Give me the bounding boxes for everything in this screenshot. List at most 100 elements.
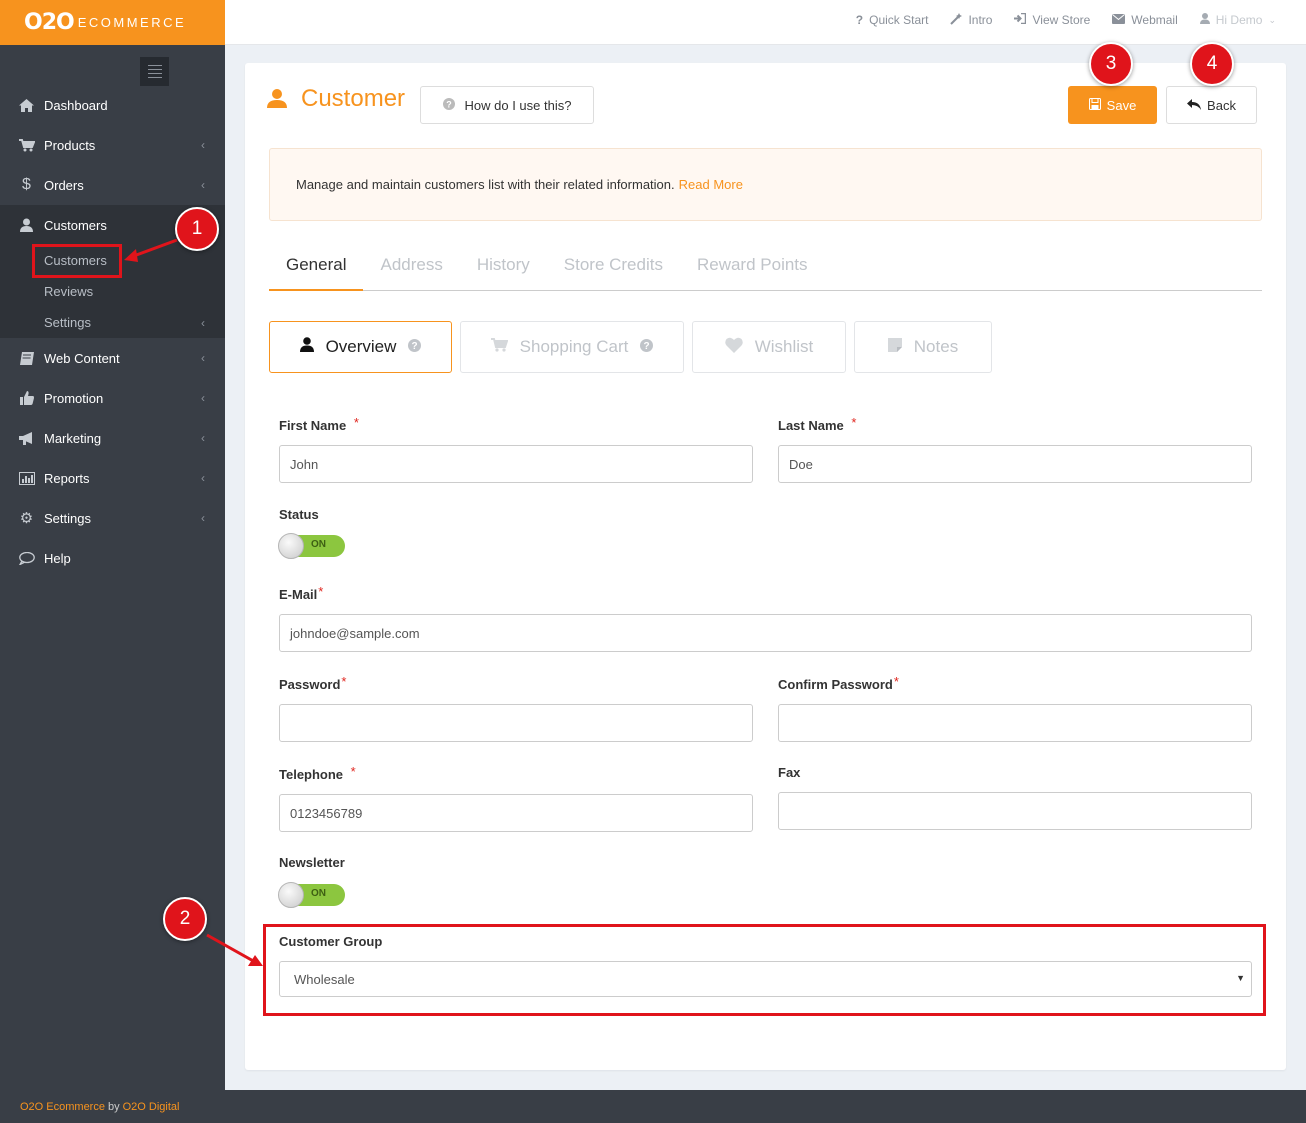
password-field[interactable] (279, 704, 753, 742)
thumbs-up-icon (18, 391, 35, 405)
annotation-badge-1: 1 (175, 207, 219, 251)
main-tabs: General Address History Store Credits Re… (269, 243, 1262, 291)
chevron-left-icon: ‹ (201, 511, 205, 525)
sidebar-item-promotion[interactable]: Promotion ‹ (0, 378, 225, 418)
sidebar-item-settings[interactable]: ⚙ Settings ‹ (0, 498, 225, 538)
topbar: ? Quick Start Intro View Store Webmail H… (225, 0, 1306, 45)
info-text: Manage and maintain customers list with … (296, 177, 675, 192)
home-icon (18, 98, 35, 112)
webmail-link[interactable]: Webmail (1112, 13, 1178, 27)
chevron-left-icon: ‹ (201, 138, 205, 152)
subtab-wishlist[interactable]: Wishlist (692, 321, 846, 373)
annotation-badge-4: 4 (1190, 42, 1234, 86)
tab-history[interactable]: History (460, 243, 547, 291)
sidebar-item-marketing[interactable]: Marketing ‹ (0, 418, 225, 458)
page-header: Customer (267, 85, 405, 113)
info-box: Manage and maintain customers list with … (269, 148, 1262, 221)
switch-state: ON (311, 539, 326, 550)
annotation-highlight-customers (32, 244, 122, 278)
reply-icon (1187, 98, 1202, 113)
last-name-field[interactable]: Doe (778, 445, 1252, 483)
switch-knob (278, 882, 304, 908)
sidebar-item-reports[interactable]: Reports ‹ (0, 458, 225, 498)
logo-main: O2O (24, 10, 75, 35)
sign-in-icon (1014, 12, 1027, 27)
sidebar-item-web-content[interactable]: Web Content ‹ (0, 338, 225, 378)
confirm-password-field[interactable] (778, 704, 1252, 742)
tab-address[interactable]: Address (363, 243, 459, 291)
question-circle-icon: ? (640, 337, 654, 357)
question-circle-icon: ? (408, 337, 422, 357)
fax-label: Fax (778, 765, 801, 780)
subtab-overview[interactable]: Overview ? (269, 321, 452, 373)
sidebar-toggle-button[interactable] (140, 57, 169, 86)
sidebar-item-label: Dashboard (44, 97, 108, 113)
chevron-left-icon: ‹ (201, 471, 205, 485)
svg-text:?: ? (412, 341, 418, 352)
comment-icon (18, 551, 35, 565)
bullhorn-icon (18, 431, 35, 445)
sidebar-subitem-label: Settings (44, 315, 91, 330)
telephone-value: 0123456789 (290, 805, 363, 821)
fax-field[interactable] (778, 792, 1252, 830)
sidebar-item-label: Marketing (44, 430, 102, 446)
switch-knob (278, 533, 304, 559)
subtab-shopping-cart[interactable]: Shopping Cart ? (460, 321, 684, 373)
sidebar-item-label: Web Content (44, 350, 120, 366)
save-button[interactable]: Save (1068, 86, 1157, 124)
sidebar-item-label: Settings (44, 510, 91, 526)
first-name-field[interactable]: John (279, 445, 753, 483)
newsletter-label: Newsletter (279, 855, 345, 870)
footer-product[interactable]: O2O Ecommerce (20, 1101, 105, 1113)
tab-reward-points[interactable]: Reward Points (680, 243, 825, 291)
sidebar-item-orders[interactable]: $ Orders ‹ (0, 165, 225, 205)
back-button[interactable]: Back (1166, 86, 1257, 124)
webmail-label: Webmail (1131, 13, 1178, 27)
chevron-left-icon: ‹ (201, 351, 205, 365)
tab-store-credits[interactable]: Store Credits (547, 243, 680, 291)
magic-wand-icon (950, 12, 963, 28)
telephone-field[interactable]: 0123456789 (279, 794, 753, 832)
floppy-disk-icon (1088, 97, 1101, 113)
password-label: Password* (279, 674, 347, 692)
footer-company[interactable]: O2O Digital (123, 1101, 180, 1113)
status-switch[interactable]: ON (278, 533, 345, 559)
sidebar-item-label: Customers (44, 217, 107, 233)
sticky-note-icon (887, 337, 902, 357)
subtab-label: Wishlist (754, 337, 814, 356)
save-label: Save (1106, 97, 1137, 113)
subtab-label: Notes (913, 337, 959, 356)
sidebar-item-help[interactable]: Help (0, 538, 225, 578)
user-menu[interactable]: Hi Demo ⌄ (1199, 13, 1276, 27)
how-to-use-button[interactable]: ? How do I use this? (420, 86, 594, 124)
quick-start-label: Quick Start (869, 13, 929, 27)
sidebar-item-products[interactable]: Products ‹ (0, 125, 225, 165)
annotation-highlight-customer-group (263, 924, 1266, 1016)
read-more-link[interactable]: Read More (679, 177, 743, 192)
newsletter-switch[interactable]: ON (278, 882, 345, 908)
quick-start-link[interactable]: ? Quick Start (856, 13, 929, 27)
email-value: johndoe@sample.com (290, 625, 420, 641)
question-circle-icon: ? (442, 97, 455, 113)
heart-icon (724, 337, 743, 358)
user-label: Hi Demo (1215, 13, 1263, 27)
sidebar-item-dashboard[interactable]: Dashboard (0, 85, 225, 125)
question-icon: ? (855, 13, 864, 27)
first-name-label: First Name * (279, 415, 359, 433)
user-icon (18, 218, 35, 232)
envelope-icon (1112, 13, 1126, 27)
chevron-left-icon: ‹ (201, 391, 205, 405)
logo[interactable]: O2O ECOMMERCE (0, 0, 225, 45)
subtab-notes[interactable]: Notes (854, 321, 992, 373)
sidebar-subitem-settings[interactable]: Settings ‹ (0, 307, 225, 338)
back-label: Back (1207, 97, 1236, 113)
tab-general[interactable]: General (269, 243, 364, 291)
chevron-left-icon: ‹ (201, 316, 205, 330)
sidebar-subitem-reviews[interactable]: Reviews (0, 276, 225, 307)
view-store-link[interactable]: View Store (1014, 12, 1091, 27)
intro-link[interactable]: Intro (950, 12, 992, 28)
email-field[interactable]: johndoe@sample.com (279, 614, 1252, 652)
user-icon (267, 88, 287, 111)
view-store-label: View Store (1032, 13, 1091, 27)
subtab-label: Shopping Cart (519, 337, 629, 356)
